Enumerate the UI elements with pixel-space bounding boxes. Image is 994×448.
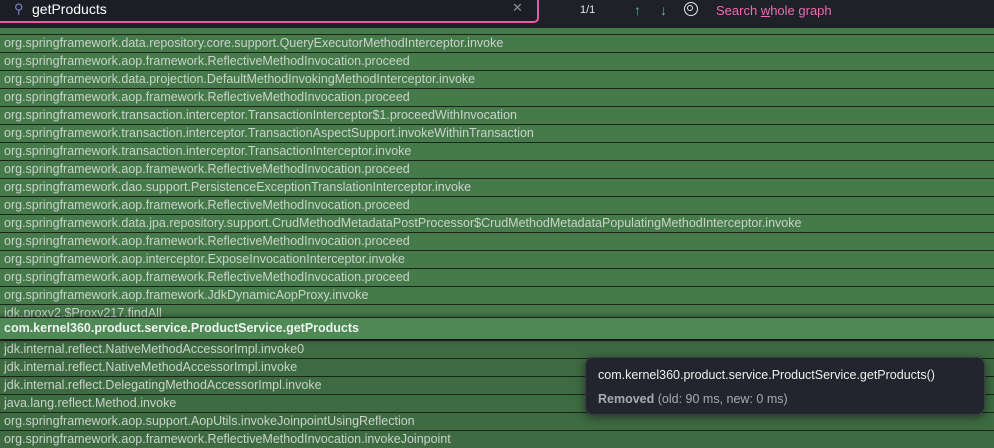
frame-row[interactable]: org.springframework.data.jpa.repository.… (0, 214, 994, 232)
whole-graph-suffix: hole graph (770, 3, 832, 18)
frame-row[interactable]: org.springframework.data.repository.core… (0, 34, 994, 52)
frame-row[interactable]: org.springframework.aop.framework.Reflec… (0, 88, 994, 106)
frame-row[interactable]: org.springframework.aop.framework.Reflec… (0, 268, 994, 286)
match-count: 1/1 (580, 4, 596, 16)
whole-graph-mnemonic: w (760, 3, 771, 18)
frame-row[interactable]: org.springframework.dao.support.Persiste… (0, 178, 994, 196)
highlighted-frame-row[interactable]: com.kernel360.product.service.ProductSer… (0, 317, 994, 339)
frame-row[interactable]: org.springframework.aop.framework.Reflec… (0, 160, 994, 178)
frame-row[interactable]: org.springframework.transaction.intercep… (0, 124, 994, 142)
previous-match-arrow-up-icon[interactable]: ↑ (634, 2, 641, 18)
frame-row[interactable]: org.springframework.aop.framework.Reflec… (0, 196, 994, 214)
tooltip-status-detail: (old: 90 ms, new: 0 ms) (654, 392, 788, 406)
frame-row[interactable]: org.springframework.transaction.intercep… (0, 106, 994, 124)
tooltip-title: com.kernel360.product.service.ProductSer… (598, 368, 935, 382)
frame-row[interactable]: org.springframework.transaction.intercep… (0, 142, 994, 160)
next-match-arrow-down-icon[interactable]: ↓ (660, 2, 667, 18)
frame-row[interactable]: org.springframework.data.projection.Defa… (0, 70, 994, 88)
tooltip-status: Removed (old: 90 ms, new: 0 ms) (598, 392, 788, 406)
target-focus-icon[interactable] (684, 2, 698, 16)
tooltip-status-label: Removed (598, 392, 655, 406)
whole-graph-prefix: Search (716, 3, 761, 18)
frame-row[interactable]: org.springframework.aop.interceptor.Expo… (0, 250, 994, 268)
frame-tooltip: com.kernel360.product.service.ProductSer… (585, 357, 985, 415)
search-toolbar: ⚲ ✕ 1/1 ↑ ↓ Search whole graph (0, 0, 994, 28)
frame-row[interactable]: org.springframework.aop.framework.JdkDyn… (0, 286, 994, 304)
search-box: ⚲ ✕ (0, 0, 539, 23)
search-whole-graph-link[interactable]: Search whole graph (716, 3, 832, 18)
search-icon: ⚲ (14, 1, 24, 16)
search-input[interactable] (32, 1, 472, 17)
frame-row[interactable]: jdk.internal.reflect.NativeMethodAccesso… (0, 340, 994, 358)
frame-row[interactable]: org.springframework.aop.framework.Reflec… (0, 430, 994, 448)
frame-row[interactable]: org.springframework.aop.framework.Reflec… (0, 232, 994, 250)
frame-row[interactable]: org.springframework.aop.framework.Reflec… (0, 52, 994, 70)
clear-search-icon[interactable]: ✕ (512, 0, 523, 16)
